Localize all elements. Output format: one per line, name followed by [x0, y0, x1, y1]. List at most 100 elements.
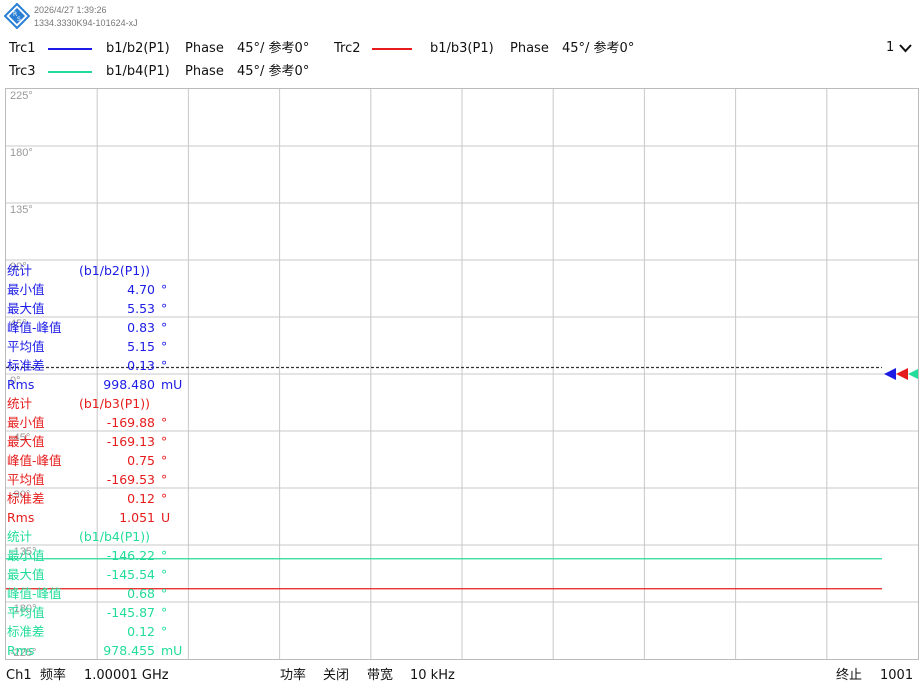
- stats-row: 平均值 -169.53 °: [7, 471, 187, 489]
- bandwidth-value[interactable]: 10 kHz: [410, 668, 455, 684]
- stats-unit: °: [161, 567, 168, 582]
- trace-format[interactable]: Phase: [185, 41, 224, 57]
- power-value[interactable]: 关闭: [323, 668, 349, 684]
- y-axis-label: 180°: [10, 147, 33, 159]
- stats-value: -169.53: [106, 472, 155, 487]
- stats-row: 最小值 -146.22 °: [7, 547, 187, 565]
- y-axis-label: 225°: [10, 90, 33, 102]
- freq-label: 频率: [40, 668, 67, 683]
- chevron-down-icon: [899, 44, 912, 53]
- stats-value: -169.88: [106, 415, 155, 430]
- stats-value: 5.53: [127, 301, 155, 316]
- stats-label: 标准差: [7, 491, 45, 506]
- stats-label: 平均值: [7, 472, 45, 487]
- stats-value: 0.68: [127, 586, 155, 601]
- stats-label: Rms: [7, 377, 35, 392]
- reference-marker-icon: [896, 368, 908, 380]
- channel-selector-value: 1: [886, 40, 895, 55]
- stats-unit: U: [161, 510, 171, 525]
- stats-label: 最大值: [7, 301, 45, 316]
- stats-title: 统计: [7, 529, 33, 544]
- trace-format[interactable]: Phase: [185, 64, 224, 80]
- reference-marker-icon: [908, 369, 918, 379]
- channel-selector[interactable]: 1: [886, 40, 916, 58]
- stats-row: 最小值 4.70 °: [7, 281, 187, 299]
- trace-format[interactable]: Phase: [510, 41, 549, 57]
- stats-label: 最小值: [7, 548, 45, 563]
- sweep-points[interactable]: 1001: [880, 668, 913, 684]
- channel-label[interactable]: Ch1: [6, 668, 32, 684]
- stats-unit: °: [161, 301, 168, 316]
- trace-measure[interactable]: b1/b3(P1): [430, 41, 494, 57]
- stats-row: 最大值 5.53 °: [7, 300, 187, 318]
- stats-value: 5.15: [127, 339, 155, 354]
- stats-measure: (b1/b4(P1)): [79, 529, 150, 544]
- stats-unit: °: [161, 358, 168, 373]
- stats-label: 峰值-峰值: [7, 586, 62, 601]
- stats-unit: °: [161, 605, 168, 620]
- stats-unit: °: [161, 282, 168, 297]
- trace-name[interactable]: Trc3: [9, 64, 36, 80]
- stats-row: 标准差 0.12 °: [7, 490, 187, 508]
- stats-label: Rms: [7, 643, 35, 658]
- stats-row: 最小值 -169.88 °: [7, 414, 187, 432]
- stats-label: 标准差: [7, 358, 45, 373]
- stats-header: 统计 (b1/b3(P1)): [7, 395, 187, 413]
- stats-measure: (b1/b2(P1)): [79, 263, 150, 278]
- stats-value: 0.13: [127, 358, 155, 373]
- stats-value: -169.13: [106, 434, 155, 449]
- datetime: 2026/4/27 1:39:26: [34, 5, 107, 15]
- stats-unit: °: [161, 472, 168, 487]
- stop-label: 终止: [836, 668, 863, 683]
- stats-measure: (b1/b3(P1)): [79, 396, 150, 411]
- stats-unit: mU: [161, 377, 183, 392]
- stats-value: -145.87: [106, 605, 155, 620]
- trace-scale[interactable]: 45°/ 参考0°: [237, 64, 309, 80]
- stats-row: 标准差 0.12 °: [7, 623, 187, 641]
- status-bar: Ch1 频率 1.00001 GHz 功率 关闭 带宽 10 kHz 终止 10…: [0, 668, 921, 688]
- rs-logo-icon: R S: [4, 3, 30, 29]
- stats-header: 统计 (b1/b2(P1)): [7, 262, 187, 280]
- power-label: 功率: [280, 668, 307, 683]
- stats-value: 0.83: [127, 320, 155, 335]
- trace-legend-row-2: Trc3 b1/b4(P1) Phase 45°/ 参考0°: [0, 64, 400, 84]
- stats-label: 标准差: [7, 624, 45, 639]
- stats-row: 峰值-峰值 0.75 °: [7, 452, 187, 470]
- stats-label: 平均值: [7, 605, 45, 620]
- stats-label: 平均值: [7, 339, 45, 354]
- trace-color-sample: [48, 48, 92, 50]
- y-axis-label: 135°: [10, 204, 33, 216]
- stats-unit: °: [161, 434, 168, 449]
- stats-unit: °: [161, 491, 168, 506]
- stats-value: -146.22: [106, 548, 155, 563]
- trace-measure[interactable]: b1/b2(P1): [106, 41, 170, 57]
- stats-label: 最大值: [7, 434, 45, 449]
- stats-value: 978.455: [103, 643, 155, 658]
- trace-scale[interactable]: 45°/ 参考0°: [562, 41, 634, 57]
- trace-color-sample: [372, 48, 412, 50]
- stats-unit: °: [161, 548, 168, 563]
- trace-measure[interactable]: b1/b4(P1): [106, 64, 170, 80]
- stats-title: 统计: [7, 396, 33, 411]
- trace-diagram[interactable]: 225° 180° 135° 90° 45° 0° -45° -90° -135° -180° -2…: [5, 88, 919, 660]
- stats-value: 0.12: [127, 491, 155, 506]
- stats-value: 0.12: [127, 624, 155, 639]
- trace-legend-row-1: Trc1 b1/b2(P1) Phase 45°/ 参考0° Trc2 b1/b…: [0, 41, 700, 61]
- serial-number: 1334.3330K94-101624-xJ: [34, 18, 138, 28]
- stats-unit: °: [161, 415, 168, 430]
- stats-value: 1.051: [119, 510, 155, 525]
- stats-label: 最小值: [7, 415, 45, 430]
- trace-scale[interactable]: 45°/ 参考0°: [237, 41, 309, 57]
- stats-title: 统计: [7, 263, 33, 278]
- trace-color-sample: [48, 71, 92, 73]
- trace-name[interactable]: Trc1: [9, 41, 36, 57]
- stats-row: 峰值-峰值 0.83 °: [7, 319, 187, 337]
- stats-unit: °: [161, 624, 168, 639]
- stats-label: 峰值-峰值: [7, 453, 62, 468]
- freq-value[interactable]: 1.00001 GHz: [84, 668, 169, 684]
- stats-unit: °: [161, 586, 168, 601]
- stats-row: Rms 998.480 mU: [7, 376, 187, 394]
- trace-name[interactable]: Trc2: [334, 41, 361, 57]
- stats-label: Rms: [7, 510, 35, 525]
- stats-label: 峰值-峰值: [7, 320, 62, 335]
